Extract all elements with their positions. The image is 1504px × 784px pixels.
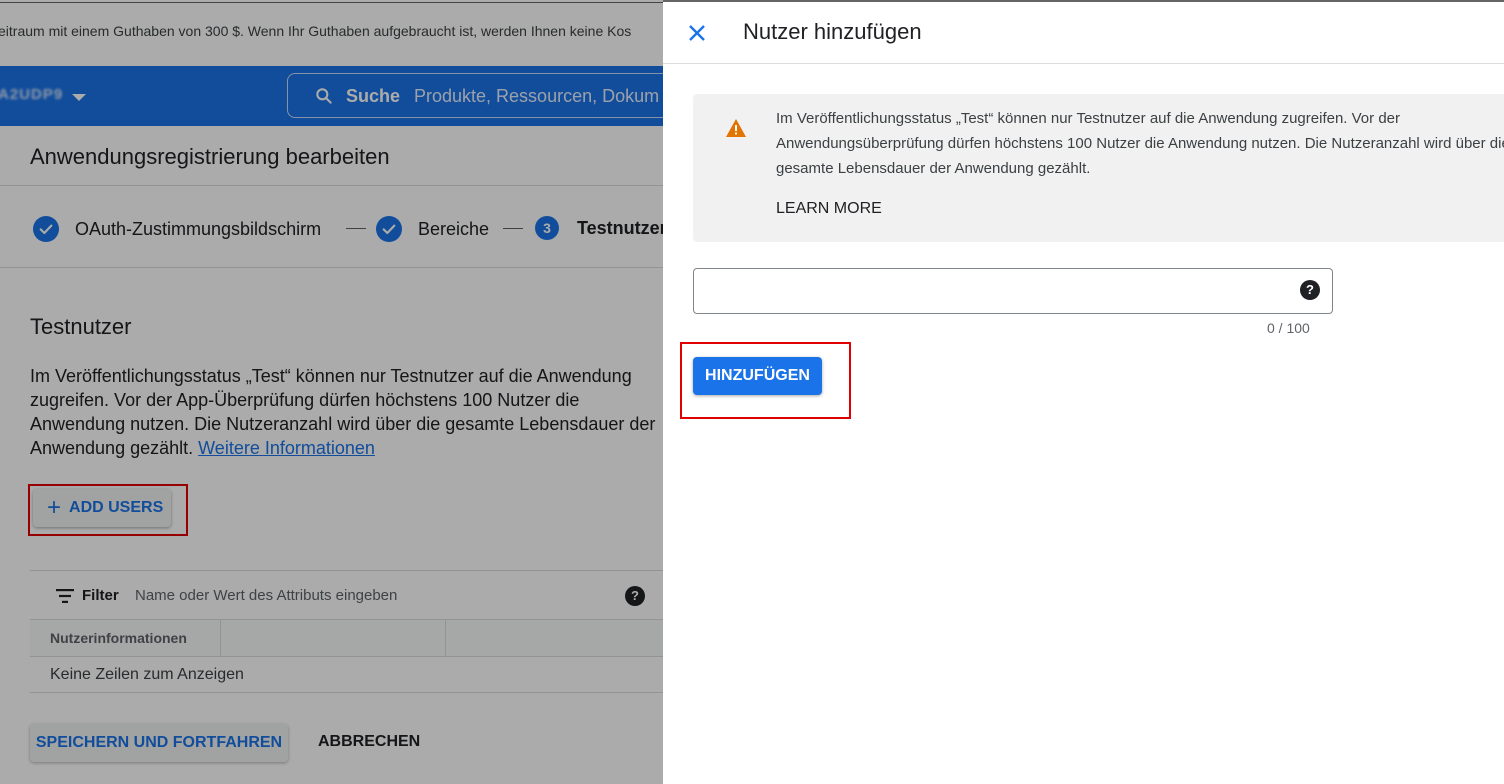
highlight-box [680,342,851,419]
panel-header: Nutzer hinzufügen [663,2,1504,64]
character-counter: 0 / 100 [1267,320,1310,336]
warning-text: Im Veröffentlichungsstatus „Test“ können… [776,110,1504,177]
warning-icon [726,119,746,137]
user-email-input[interactable] [706,277,1286,305]
panel-title: Nutzer hinzufügen [743,19,922,44]
scrim[interactable] [0,0,663,784]
help-icon[interactable]: ? [1300,280,1320,300]
close-icon[interactable] [685,21,709,45]
user-email-field[interactable]: ? [693,268,1333,314]
warning-callout: Im Veröffentlichungsstatus „Test“ können… [693,94,1504,242]
learn-more-link[interactable]: LEARN MORE [776,200,882,218]
add-users-panel: Nutzer hinzufügen Im Veröffentlichungsst… [663,0,1504,784]
